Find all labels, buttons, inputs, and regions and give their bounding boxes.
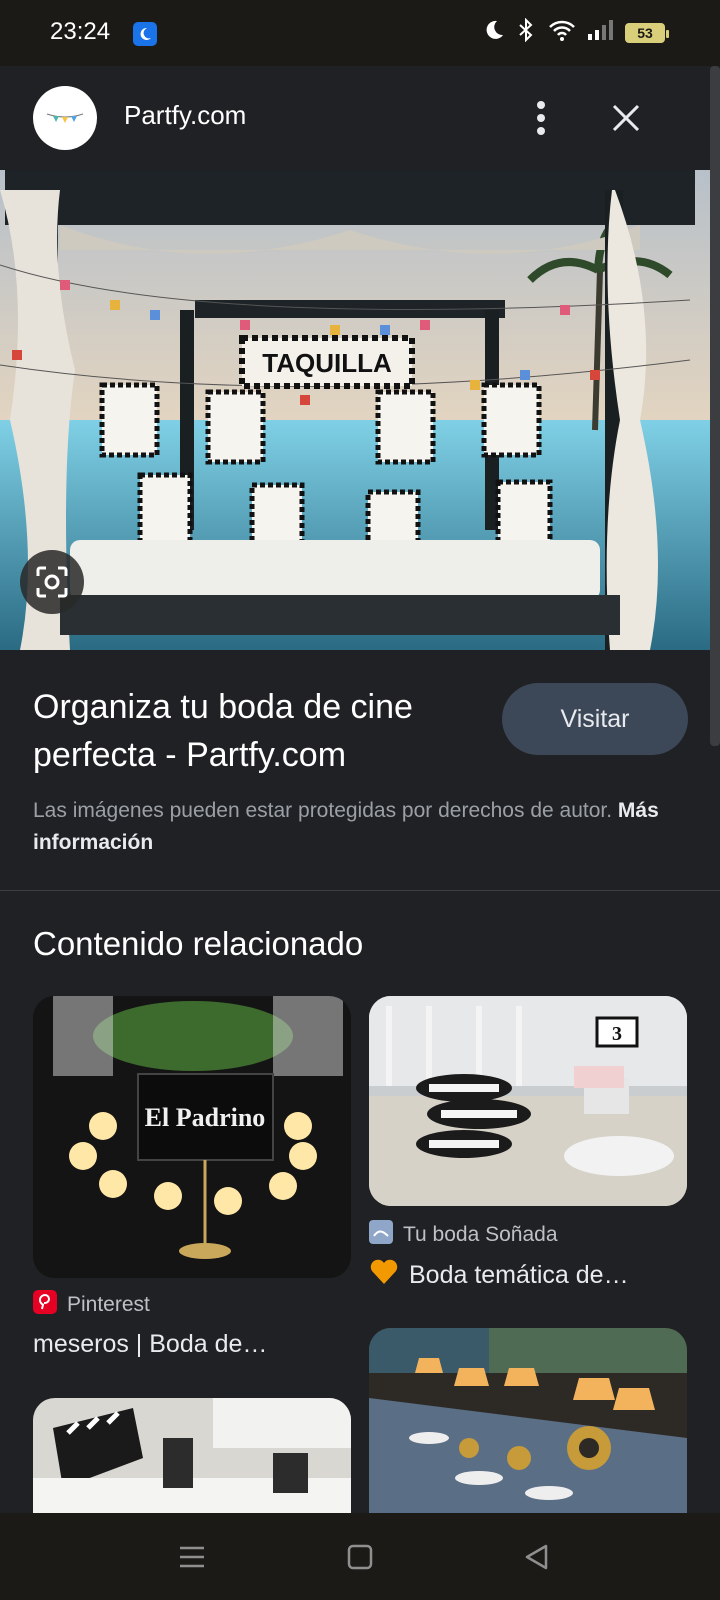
- related-card-source[interactable]: Pinterest: [33, 1290, 150, 1320]
- result-image[interactable]: TAQUILLA: [0, 170, 710, 650]
- more-options-button[interactable]: [521, 96, 561, 140]
- divider: [0, 890, 720, 891]
- related-card-source[interactable]: Tu boda Soñada: [369, 1220, 558, 1250]
- scrollbar[interactable]: [710, 66, 720, 746]
- copyright-text: Las imágenes pueden estar protegidas por…: [33, 799, 613, 822]
- result-title[interactable]: Organiza tu boda de cine perfecta - Part…: [33, 683, 473, 779]
- moon-icon: [483, 19, 505, 46]
- card-image-text: 3: [612, 1023, 622, 1045]
- site-name[interactable]: Partfy.com: [124, 100, 246, 131]
- related-content-heading: Contenido relacionado: [33, 925, 364, 962]
- cabana-photo: TAQUILLA: [0, 170, 710, 650]
- gold-table-photo: [369, 1328, 687, 1513]
- source-name: Tu boda Soñada: [403, 1223, 558, 1246]
- film-reel-photo: 3: [369, 996, 687, 1206]
- related-card-image[interactable]: [369, 1328, 687, 1513]
- copyright-notice: Las imágenes pueden estar protegidas por…: [33, 795, 673, 859]
- heart-icon: [369, 1258, 399, 1293]
- site-favicon: [369, 1220, 393, 1250]
- related-card-title[interactable]: Boda temática de…: [369, 1258, 629, 1293]
- card-image-text: El Padrino: [145, 1103, 266, 1132]
- clapperboard-table-photo: [33, 1398, 351, 1513]
- pinterest-icon: [33, 1290, 57, 1320]
- site-favicon: [33, 86, 97, 150]
- google-lens-button[interactable]: [20, 550, 84, 614]
- app-notification-icon: [133, 22, 157, 46]
- visit-button[interactable]: Visitar: [502, 683, 688, 755]
- source-name: Pinterest: [67, 1293, 150, 1316]
- el-padrino-photo: El Padrino: [33, 996, 351, 1278]
- more-vert-icon: [537, 101, 545, 135]
- wifi-icon: [547, 18, 577, 47]
- status-time: 23:24: [50, 18, 111, 45]
- close-button[interactable]: [604, 96, 648, 140]
- related-card-image[interactable]: El Padrino: [33, 996, 351, 1278]
- recent-apps-button[interactable]: [170, 1535, 214, 1579]
- menu-icon: [180, 1546, 204, 1568]
- battery-icon: 53: [625, 22, 669, 43]
- system-navigation-bar: [0, 1513, 720, 1600]
- status-bar: 23:24 53: [0, 0, 720, 66]
- signal-icon: [587, 18, 615, 47]
- related-card-image[interactable]: [33, 1398, 351, 1513]
- lens-icon: [36, 566, 68, 598]
- close-icon: [612, 104, 640, 132]
- result-header: Partfy.com: [0, 66, 720, 170]
- taquilla-sign-text: TAQUILLA: [262, 348, 392, 378]
- related-card-title-text: Boda temática de…: [409, 1261, 629, 1289]
- back-button[interactable]: [514, 1535, 558, 1579]
- related-card-image[interactable]: 3: [369, 996, 687, 1206]
- back-triangle-icon: [525, 1544, 548, 1570]
- square-icon: [347, 1544, 373, 1570]
- bluetooth-icon: [515, 17, 537, 47]
- home-button[interactable]: [338, 1535, 382, 1579]
- related-card-title[interactable]: meseros | Boda de…: [33, 1330, 267, 1359]
- status-icons: 53: [483, 17, 669, 47]
